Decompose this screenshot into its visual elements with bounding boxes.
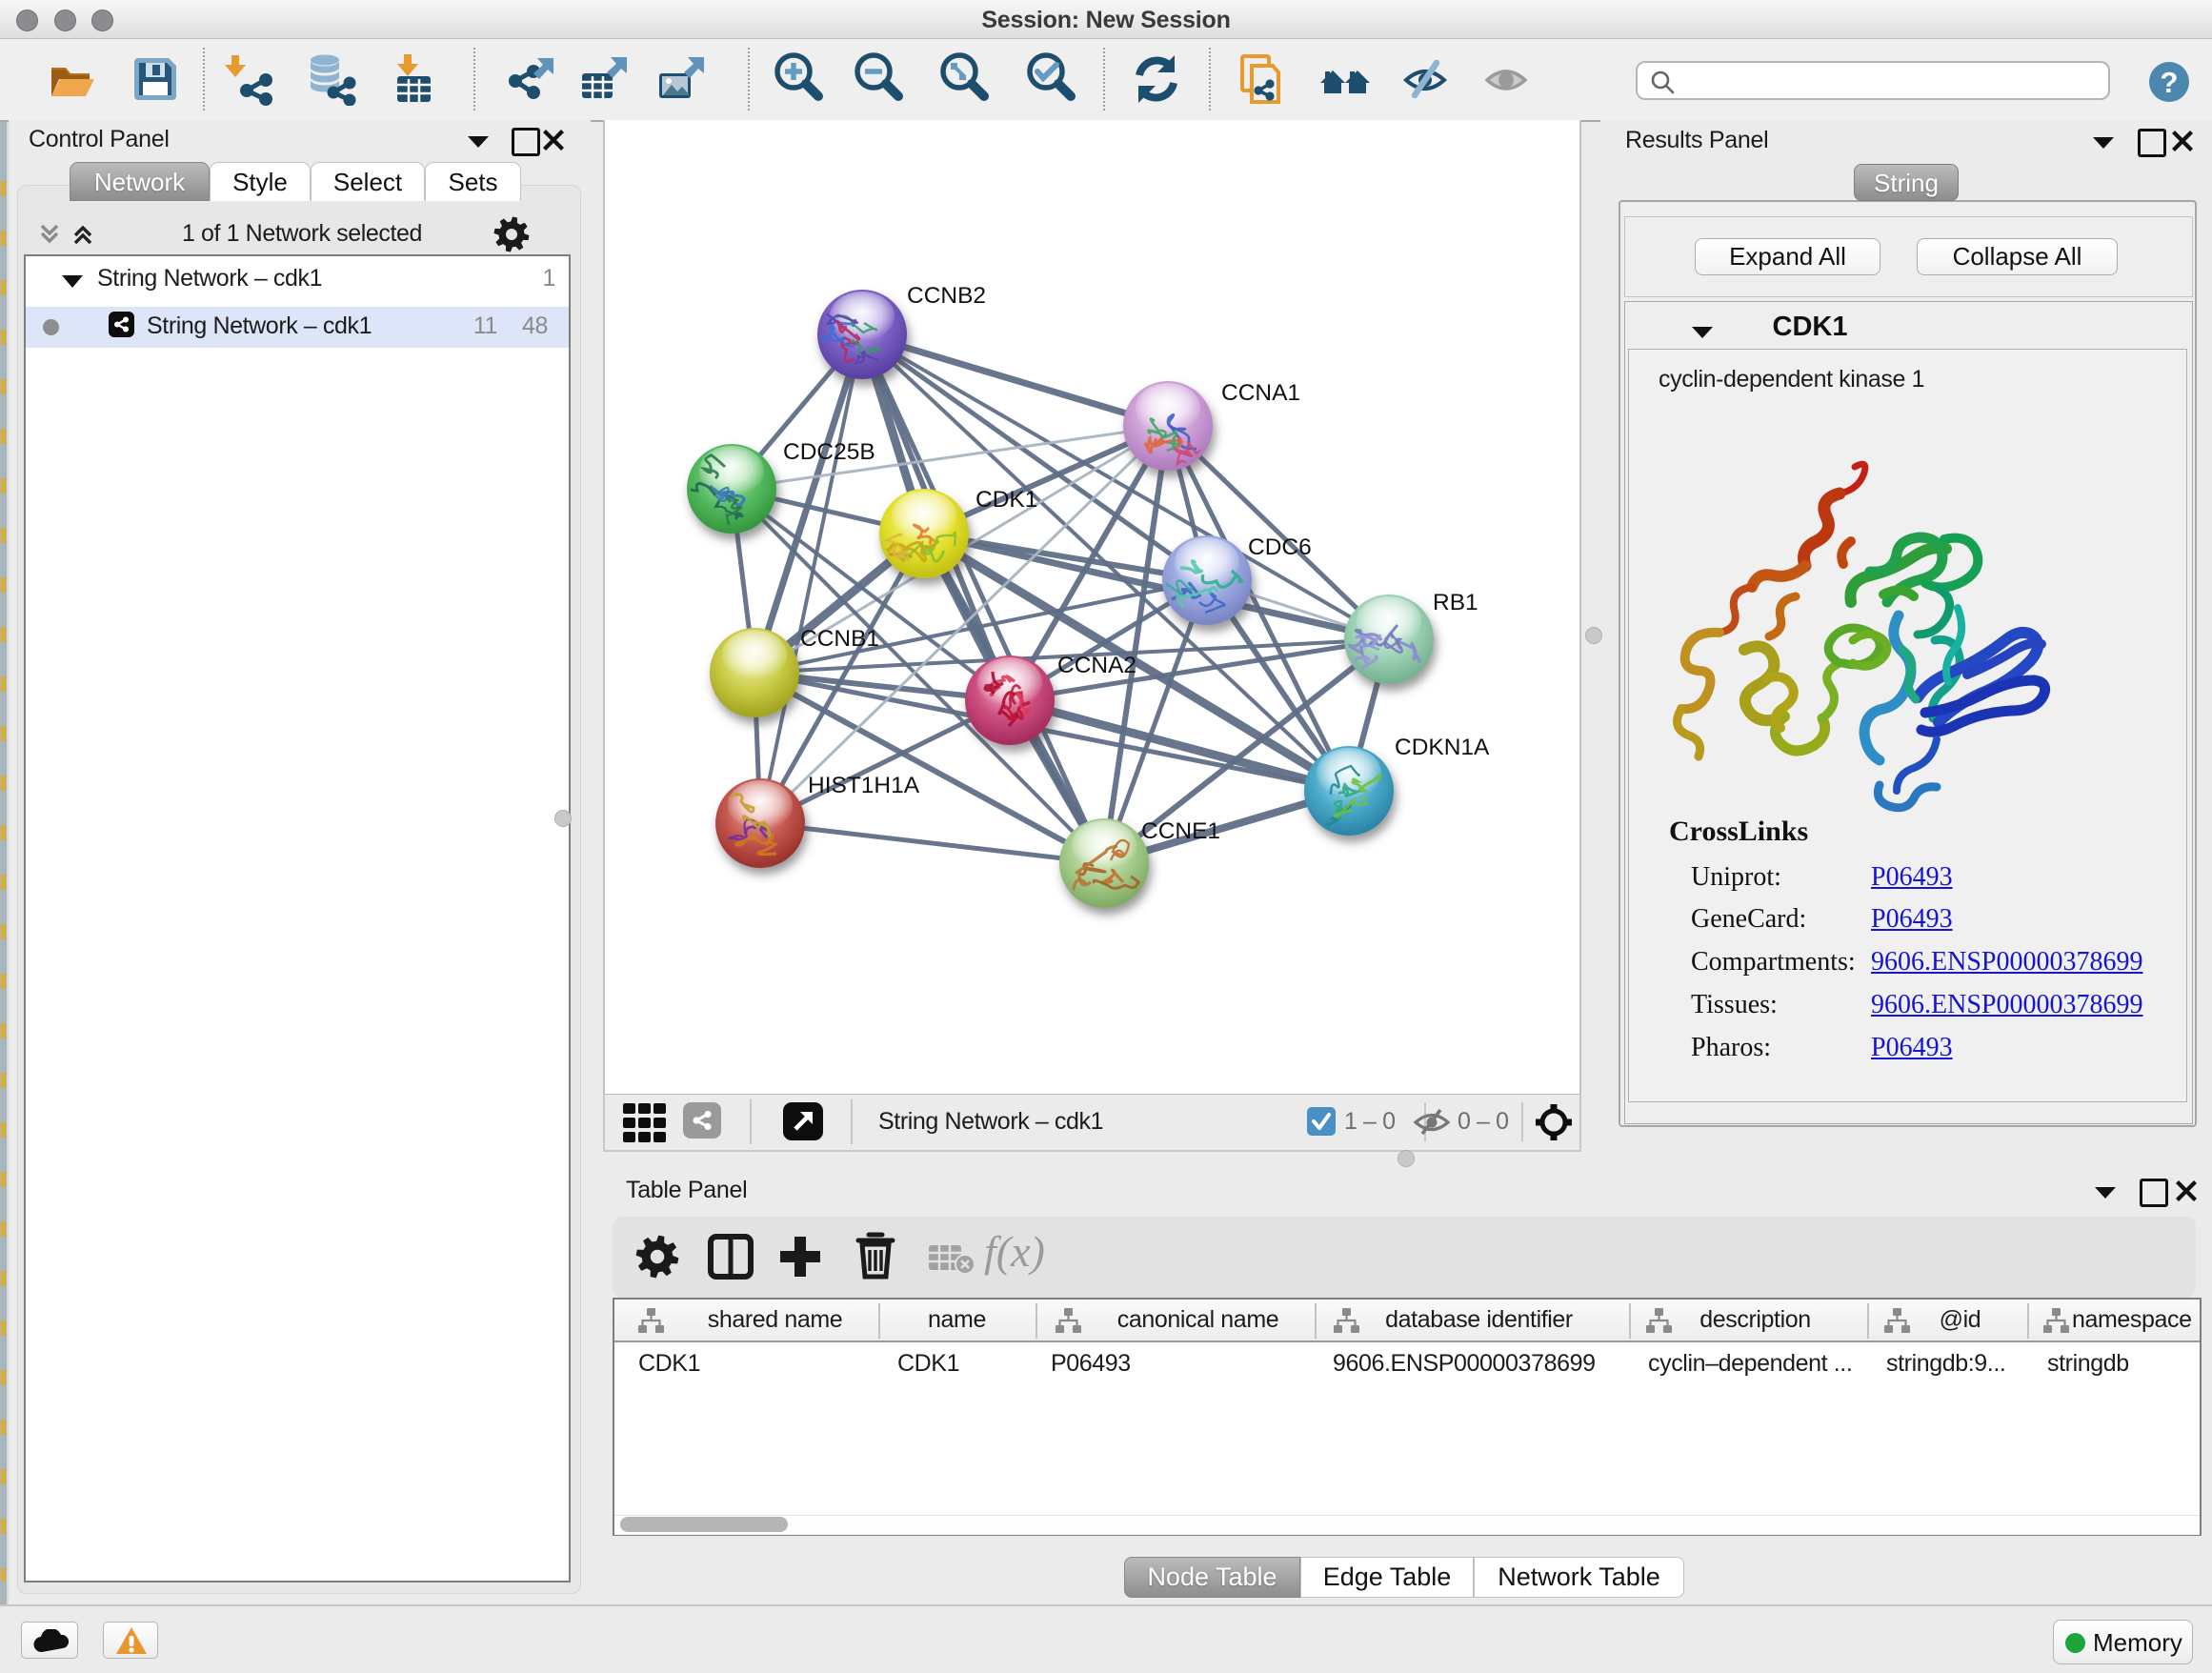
svg-text:CCNA1: CCNA1 [1221, 380, 1300, 406]
svg-text:CCNE1: CCNE1 [1141, 818, 1220, 844]
svg-text:CCNA2: CCNA2 [1057, 653, 1136, 678]
svg-text:HIST1H1A: HIST1H1A [808, 773, 920, 798]
svg-text:CDK1: CDK1 [975, 487, 1037, 513]
svg-text:CCNB2: CCNB2 [907, 283, 986, 309]
svg-text:CDC6: CDC6 [1248, 534, 1312, 560]
svg-text:CDC25B: CDC25B [783, 439, 875, 465]
svg-text:RB1: RB1 [1433, 590, 1478, 615]
svg-text:CCNB1: CCNB1 [800, 626, 879, 652]
svg-text:CDKN1A: CDKN1A [1395, 735, 1490, 760]
